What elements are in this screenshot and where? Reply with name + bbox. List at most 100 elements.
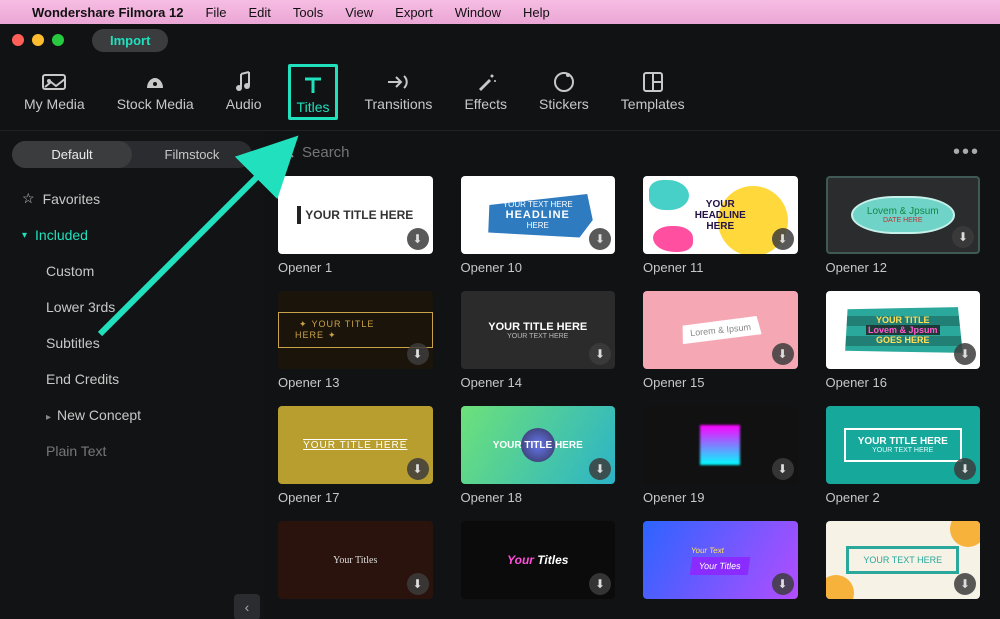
preset-card[interactable]: Your Your TitlesTitles ⬇ — [461, 521, 616, 599]
sidebar-collapse-button[interactable]: ‹ — [234, 594, 260, 619]
menu-view[interactable]: View — [345, 5, 373, 20]
thumb-text: Your Titles — [333, 555, 377, 566]
seg-filmstock[interactable]: Filmstock — [132, 141, 252, 168]
tab-stock-media[interactable]: Stock Media — [111, 64, 200, 120]
menu-tools[interactable]: Tools — [293, 5, 323, 20]
preset-card[interactable]: YOUR TITLE HERE ⬇ Opener 18 — [461, 406, 616, 505]
tab-effects[interactable]: Effects — [458, 64, 513, 120]
preset-card[interactable]: YOUR TITLE HERE ⬇ Opener 13 — [278, 291, 433, 390]
menu-window[interactable]: Window — [455, 5, 501, 20]
preset-card[interactable]: YOUR TITLE HEREYOUR TEXT HERE ⬇ Opener 2 — [826, 406, 981, 505]
preset-thumbnail[interactable]: ⬇ — [643, 406, 798, 484]
sidebar-item-end-credits[interactable]: End Credits — [8, 361, 256, 397]
preset-thumbnail[interactable]: YOUR TITLE HEREYOUR TEXT HERE ⬇ — [826, 406, 981, 484]
preset-thumbnail[interactable]: Your Titles ⬇ — [278, 521, 433, 599]
download-icon[interactable]: ⬇ — [954, 458, 976, 480]
tab-audio[interactable]: Audio — [220, 64, 268, 120]
preset-card[interactable]: YOUR TEXT HEREHEADLINEHERE ⬇ Opener 10 — [461, 176, 616, 275]
preset-caption: Opener 12 — [826, 260, 981, 275]
preset-card[interactable]: YOUR TITLE HERE ⬇ Opener 1 — [278, 176, 433, 275]
preset-card[interactable]: Your Titles ⬇ — [278, 521, 433, 599]
download-icon[interactable]: ⬇ — [407, 228, 429, 250]
sidebar-item-plain-text[interactable]: Plain Text — [8, 433, 256, 469]
preset-thumbnail[interactable]: YOURHEADLINEHERE ⬇ — [643, 176, 798, 254]
preset-card[interactable]: Your TextYour Titles ⬇ — [643, 521, 798, 599]
download-icon[interactable]: ⬇ — [407, 573, 429, 595]
tab-titles[interactable]: Titles — [288, 64, 339, 120]
menu-export[interactable]: Export — [395, 5, 433, 20]
preset-card[interactable]: ⬇ Opener 19 — [643, 406, 798, 505]
preset-thumbnail[interactable]: YOUR TEXT HEREHEADLINEHERE ⬇ — [461, 176, 616, 254]
window-zoom-button[interactable] — [52, 34, 64, 46]
thumb-text: YOUR TEXT HERE — [858, 447, 948, 454]
download-icon[interactable]: ⬇ — [589, 228, 611, 250]
preset-card[interactable]: YOUR TITLE HEREYOUR TEXT HERE ⬇ Opener 1… — [461, 291, 616, 390]
preset-card[interactable]: YOUR TITLELovem & JpsumGOES HERE ⬇ Opene… — [826, 291, 981, 390]
sidebar-item-new-concept[interactable]: New Concept — [8, 397, 256, 433]
download-icon[interactable]: ⬇ — [772, 458, 794, 480]
preset-thumbnail[interactable]: YOUR TITLE HERE ⬇ — [278, 176, 433, 254]
download-icon[interactable]: ⬇ — [407, 343, 429, 365]
tab-label: Transitions — [364, 96, 432, 112]
thumb-text: YOUR TITLE HERE — [303, 440, 407, 451]
sidebar-item-subtitles[interactable]: Subtitles — [8, 325, 256, 361]
title-presets-grid[interactable]: YOUR TITLE HERE ⬇ Opener 1 YOUR TEXT HER… — [278, 176, 986, 603]
source-segmented-control: Default Filmstock — [12, 141, 252, 168]
thumb-text: YOUR TITLE HERE — [278, 312, 433, 348]
thumb-text: Your Text — [691, 546, 725, 555]
preset-thumbnail[interactable]: YOUR TITLE HEREYOUR TEXT HERE ⬇ — [461, 291, 616, 369]
preset-thumbnail[interactable]: Your Your TitlesTitles ⬇ — [461, 521, 616, 599]
search-input[interactable] — [302, 144, 939, 161]
tab-my-media[interactable]: My Media — [18, 64, 91, 120]
preset-thumbnail[interactable]: YOUR TITLELovem & JpsumGOES HERE ⬇ — [826, 291, 981, 369]
download-icon[interactable]: ⬇ — [772, 573, 794, 595]
tab-transitions[interactable]: Transitions — [358, 64, 438, 120]
effects-icon — [474, 70, 498, 94]
sidebar-included[interactable]: ▾ Included — [8, 217, 256, 253]
import-button[interactable]: Import — [92, 29, 168, 52]
preset-thumbnail[interactable]: Lorem & Ipsum ⬇ — [643, 291, 798, 369]
download-icon[interactable]: ⬇ — [954, 573, 976, 595]
download-icon[interactable]: ⬇ — [589, 573, 611, 595]
window-titlebar: Import — [0, 24, 1000, 56]
preset-thumbnail[interactable]: Lovem & JpsumDATE HERE ⬇ — [826, 176, 981, 254]
tab-stickers[interactable]: Stickers — [533, 64, 595, 120]
download-icon[interactable]: ⬇ — [954, 343, 976, 365]
download-icon[interactable]: ⬇ — [952, 226, 974, 248]
preset-thumbnail[interactable]: YOUR TITLE HERE ⬇ — [278, 291, 433, 369]
thumb-text: HEADLINE — [695, 210, 746, 221]
tab-label: Templates — [621, 96, 685, 112]
more-options-button[interactable]: ••• — [947, 141, 986, 164]
download-icon[interactable]: ⬇ — [589, 343, 611, 365]
preset-card[interactable]: YOURHEADLINEHERE ⬇ Opener 11 — [643, 176, 798, 275]
sidebar-favorites[interactable]: ☆ Favorites — [8, 180, 256, 217]
menu-file[interactable]: File — [205, 5, 226, 20]
window-minimize-button[interactable] — [32, 34, 44, 46]
preset-card[interactable]: Lovem & JpsumDATE HERE ⬇ Opener 12 — [826, 176, 981, 275]
sidebar-item-lower-3rds[interactable]: Lower 3rds — [8, 289, 256, 325]
search-row: ••• — [278, 141, 986, 164]
preset-thumbnail[interactable]: YOUR TEXT HERE ⬇ — [826, 521, 981, 599]
tab-templates[interactable]: Templates — [615, 64, 691, 120]
download-icon[interactable]: ⬇ — [772, 343, 794, 365]
seg-default[interactable]: Default — [12, 141, 132, 168]
preset-card[interactable]: YOUR TITLE HERE ⬇ Opener 17 — [278, 406, 433, 505]
preset-card[interactable]: YOUR TEXT HERE ⬇ — [826, 521, 981, 599]
preset-thumbnail[interactable]: YOUR TITLE HERE ⬇ — [461, 406, 616, 484]
download-icon[interactable]: ⬇ — [772, 228, 794, 250]
star-icon: ☆ — [22, 190, 35, 207]
download-icon[interactable]: ⬇ — [407, 458, 429, 480]
menu-edit[interactable]: Edit — [248, 5, 270, 20]
preset-card[interactable]: Lorem & Ipsum ⬇ Opener 15 — [643, 291, 798, 390]
app-name[interactable]: Wondershare Filmora 12 — [32, 5, 183, 20]
menu-help[interactable]: Help — [523, 5, 550, 20]
preset-thumbnail[interactable]: Your TextYour Titles ⬇ — [643, 521, 798, 599]
stock-media-icon — [143, 70, 167, 94]
audio-icon — [232, 70, 256, 94]
window-close-button[interactable] — [12, 34, 24, 46]
download-icon[interactable]: ⬇ — [589, 458, 611, 480]
search-icon — [278, 142, 294, 163]
templates-icon — [641, 70, 665, 94]
sidebar-item-custom[interactable]: Custom — [8, 253, 256, 289]
preset-thumbnail[interactable]: YOUR TITLE HERE ⬇ — [278, 406, 433, 484]
